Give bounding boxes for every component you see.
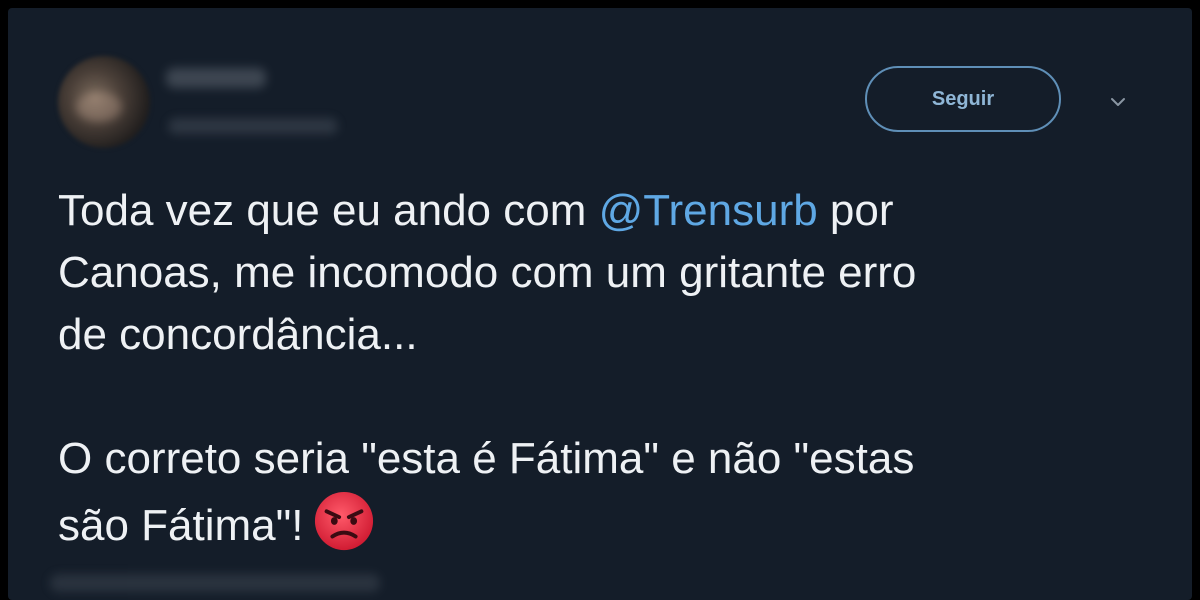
chevron-down-icon[interactable] xyxy=(1106,90,1130,114)
tweet-text-line: Canoas, me incomodo com um gritante erro xyxy=(58,248,917,297)
blurred-username xyxy=(168,118,338,134)
tweet-paragraph-2: O correto seria "esta é Fátima" e não "e… xyxy=(58,428,1148,557)
follow-button[interactable]: Seguir xyxy=(865,66,1061,132)
tweet-text-line: O correto seria "esta é Fátima" e não "e… xyxy=(58,434,915,483)
user-avatar[interactable] xyxy=(58,56,150,148)
follow-button-label: Seguir xyxy=(931,87,995,110)
tweet-text-segment: por xyxy=(817,186,894,235)
screenshot-frame: Seguir Toda vez que eu ando com @Trensur… xyxy=(0,0,1200,600)
tweet-card: Seguir Toda vez que eu ando com @Trensur… xyxy=(8,8,1192,600)
blurred-display-name xyxy=(166,68,266,88)
tweet-text-segment: Toda vez que eu ando com xyxy=(58,186,599,235)
mention-link[interactable]: @Trensurb xyxy=(599,186,818,235)
tweet-paragraph-1: Toda vez que eu ando com @Trensurb por C… xyxy=(58,180,1148,366)
tweet-text-line: são Fátima"! xyxy=(58,501,304,550)
angry-face-emoji xyxy=(315,491,374,551)
tweet-body: Toda vez que eu ando com @Trensurb por C… xyxy=(58,180,1148,557)
tweet-text-line: de concordância... xyxy=(58,310,418,359)
blurred-timestamp xyxy=(50,574,380,592)
